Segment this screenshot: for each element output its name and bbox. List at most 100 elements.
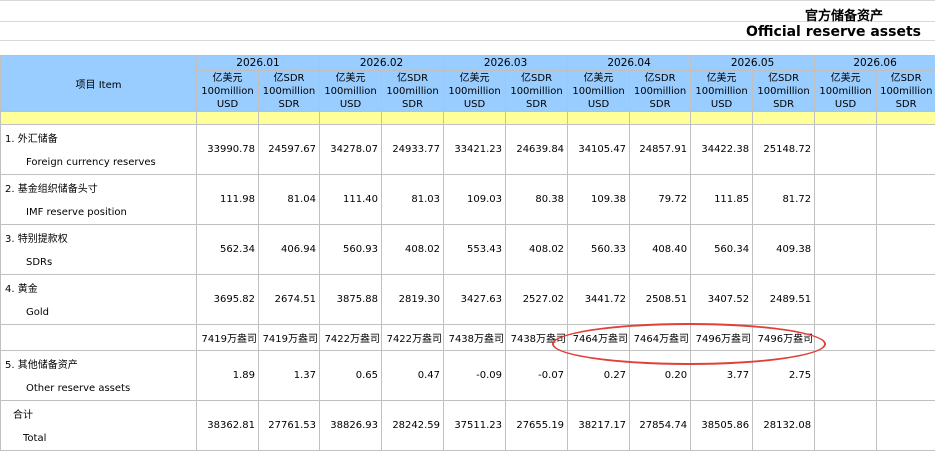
unit-usd-header: 亿美元 100million USD <box>567 70 631 112</box>
gold-ounces-cell: 7422万盎司 <box>319 324 383 351</box>
unit-sdr-header: 亿SDR 100million SDR <box>752 70 816 112</box>
month-header: 2026.02 <box>319 55 445 71</box>
value-cell: 3407.52 <box>690 274 754 325</box>
value-cell: 27854.74 <box>629 400 692 451</box>
value-cell: 38217.17 <box>567 400 631 451</box>
value-cell <box>876 274 935 325</box>
spreadsheet: 官方储备资产 Official reserve assets 项目 Item 2… <box>0 0 935 465</box>
value-cell: 409.38 <box>752 224 816 275</box>
value-cell: 38362.81 <box>196 400 259 451</box>
row-label-en: Total <box>0 426 197 451</box>
value-cell: 2819.30 <box>381 274 445 325</box>
unit-usd-header: 亿美元 100million USD <box>443 70 507 112</box>
value-cell: 37511.23 <box>443 400 507 451</box>
value-cell <box>876 224 935 275</box>
separator-cell <box>876 111 935 125</box>
month-header: 2026.05 <box>690 55 816 71</box>
value-cell: 1.37 <box>257 350 321 401</box>
item-header: 项目 Item <box>0 55 197 112</box>
unit-usd-header: 亿美元 100million USD <box>690 70 754 112</box>
value-cell: -0.09 <box>443 350 507 401</box>
value-cell: 81.03 <box>381 174 445 225</box>
value-cell: 28132.08 <box>752 400 816 451</box>
highlight-ellipse <box>552 323 826 365</box>
value-cell: 3441.72 <box>567 274 631 325</box>
value-cell: 24857.91 <box>629 124 692 175</box>
separator-cell <box>567 111 631 125</box>
unit-usd-header: 亿美元 100million USD <box>196 70 259 112</box>
row-label-en: IMF reserve position <box>0 200 197 225</box>
value-cell: 33421.23 <box>443 124 507 175</box>
value-cell: 560.34 <box>690 224 754 275</box>
value-cell: 408.40 <box>629 224 692 275</box>
value-cell: 81.72 <box>752 174 816 225</box>
value-cell: 38505.86 <box>690 400 754 451</box>
table-row: 1. 外汇储备 33990.78 24597.67 34278.07 24933.77 3… <box>0 124 935 175</box>
value-cell <box>814 224 878 275</box>
row-label-en: Other reserve assets <box>0 376 197 401</box>
month-header: 2026.01 <box>195 55 321 71</box>
value-cell: 3875.88 <box>319 274 383 325</box>
value-cell: -0.07 <box>505 350 569 401</box>
gridline <box>0 21 935 22</box>
unit-usd-header: 亿美元 100million USD <box>319 70 383 112</box>
separator-cell <box>0 111 197 125</box>
month-header: 2026.04 <box>567 55 692 71</box>
value-cell: 2674.51 <box>257 274 321 325</box>
month-header: 2026.06 <box>814 55 935 71</box>
value-cell: 0.47 <box>381 350 445 401</box>
row-label-en: Gold <box>0 300 197 325</box>
value-cell: 111.85 <box>690 174 754 225</box>
value-cell: 2489.51 <box>752 274 816 325</box>
separator-cell <box>752 111 816 125</box>
separator-cell <box>629 111 692 125</box>
title-cn: 官方储备资产 <box>804 9 883 24</box>
value-cell: 109.03 <box>443 174 507 225</box>
value-cell <box>814 274 878 325</box>
separator-cell <box>381 111 445 125</box>
value-cell <box>876 350 935 401</box>
title-en: Official reserve assets <box>746 24 921 40</box>
value-cell: 109.38 <box>567 174 631 225</box>
value-cell: 24639.84 <box>505 124 569 175</box>
value-cell: 25148.72 <box>752 124 816 175</box>
value-cell: 2508.51 <box>629 274 692 325</box>
value-cell <box>814 124 878 175</box>
value-cell: 3427.63 <box>443 274 507 325</box>
value-cell: 80.38 <box>505 174 569 225</box>
row-label-cn: 5. 其他储备资产 <box>0 350 197 376</box>
value-cell: 111.98 <box>196 174 259 225</box>
value-cell <box>876 400 935 451</box>
table-row: 2. 基金组织储备头寸 111.98 81.04 111.40 81.03 109.03 8… <box>0 174 935 225</box>
gridline <box>0 40 935 41</box>
value-cell: 33990.78 <box>196 124 259 175</box>
unit-sdr-header: 亿SDR 100million SDR <box>257 70 321 112</box>
value-cell: 0.65 <box>319 350 383 401</box>
unit-sdr-header: 亿SDR 100million SDR <box>505 70 569 112</box>
value-cell: 2527.02 <box>505 274 569 325</box>
separator-cell <box>443 111 507 125</box>
empty-label <box>0 324 197 351</box>
value-cell: 408.02 <box>381 224 445 275</box>
unit-sdr-header: 亿SDR 100million SDR <box>629 70 692 112</box>
table-row: 4. 黄金 3695.82 2674.51 3875.88 2819.30 3427.63… <box>0 274 935 325</box>
gold-ounces-cell: 7419万盎司 <box>196 324 259 351</box>
reserve-table: 项目 Item 2026.01 2026.02 2026.03 2026.04 … <box>0 55 935 451</box>
value-cell <box>814 350 878 401</box>
gold-ounces-cell: 7422万盎司 <box>381 324 445 351</box>
value-cell <box>814 400 878 451</box>
value-cell: 34422.38 <box>690 124 754 175</box>
value-cell: 111.40 <box>319 174 383 225</box>
separator-cell <box>690 111 754 125</box>
row-label-en: SDRs <box>0 250 197 275</box>
value-cell: 24597.67 <box>257 124 321 175</box>
value-cell: 28242.59 <box>381 400 445 451</box>
value-cell: 560.93 <box>319 224 383 275</box>
separator-cell <box>814 111 878 125</box>
row-label-cn: 2. 基金组织储备头寸 <box>0 174 197 200</box>
gold-ounces-cell <box>876 324 935 351</box>
row-label-cn: 1. 外汇储备 <box>0 124 197 150</box>
row-label-cn: 4. 黄金 <box>0 274 197 300</box>
value-cell: 562.34 <box>196 224 259 275</box>
value-cell: 406.94 <box>257 224 321 275</box>
